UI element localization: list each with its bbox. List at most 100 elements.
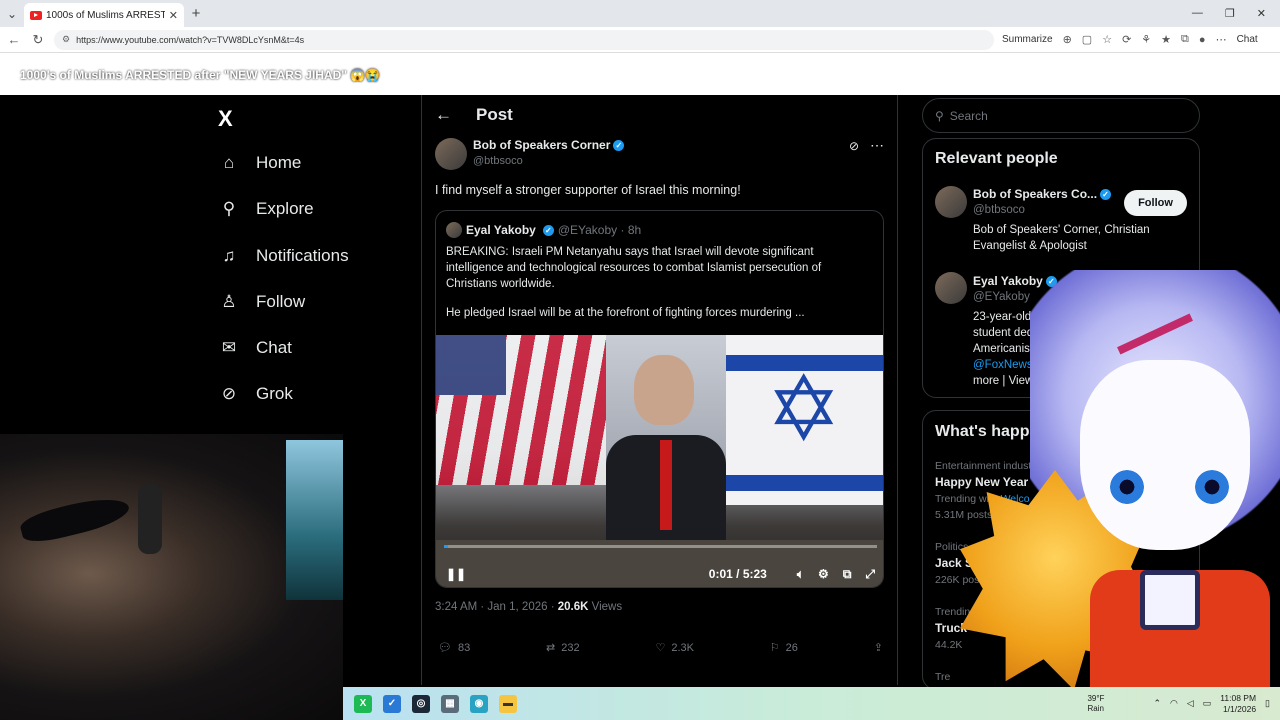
bookmark-icon: ⚐	[769, 642, 780, 654]
fullscreen-icon[interactable]: ⤢	[865, 567, 875, 582]
post-views: 20.6K	[557, 601, 589, 613]
star-of-david: ✡	[766, 360, 842, 460]
clock[interactable]: 11:08 PM 1/1/2026	[1220, 693, 1256, 715]
favorites-icon[interactable]: ★	[1161, 33, 1171, 46]
new-tab-icon[interactable]: +	[184, 5, 208, 22]
reader-icon[interactable]: ▢	[1082, 33, 1092, 46]
vtuber-avatar-overlay	[940, 270, 1280, 690]
verified-icon: ✓	[613, 140, 625, 152]
speaker-head	[634, 355, 694, 425]
avatar[interactable]	[435, 138, 467, 170]
heart-icon: ♡	[655, 642, 666, 654]
grok-explain-icon[interactable]: ⊘	[849, 139, 859, 153]
more-icon[interactable]: ⋯	[1216, 33, 1227, 46]
post-text: I find myself a stronger supporter of Is…	[435, 183, 741, 197]
nav-grok-label: Grok	[256, 384, 293, 403]
search-icon: ⚲	[222, 199, 236, 218]
reload-icon[interactable]: ↻	[30, 32, 46, 48]
profile-icon[interactable]: ●	[1199, 34, 1206, 46]
share-button[interactable]: ⇪	[874, 641, 883, 654]
post-author[interactable]: Bob of Speakers Corner ✓	[473, 138, 625, 152]
volume-icon[interactable]: ◁	[1187, 698, 1194, 709]
translate-icon[interactable]: ⊕	[1063, 33, 1072, 46]
post-more-icon[interactable]: ⋯	[870, 137, 884, 154]
webcam-overlay	[0, 434, 343, 720]
back-arrow-icon[interactable]: ←	[435, 105, 452, 125]
us-flag	[436, 335, 606, 485]
bookmark-count: 26	[785, 641, 798, 654]
bookmark-button[interactable]: ⚐ 26	[769, 641, 798, 655]
pause-icon[interactable]: ❚❚	[446, 567, 466, 581]
twitter-app-icon[interactable]: ✓	[383, 694, 401, 713]
minimize-icon[interactable]: —	[1192, 7, 1203, 20]
collections-icon[interactable]: ⧉	[1181, 33, 1189, 46]
back-icon[interactable]: ←	[6, 32, 22, 47]
chat-button[interactable]: Chat	[1237, 34, 1258, 45]
quote-avatar	[446, 222, 462, 238]
clock-date: 1/1/2026	[1222, 703, 1257, 714]
search-input[interactable]: ⚲ Search	[922, 98, 1200, 133]
quoted-post[interactable]: Eyal Yakoby ✓ @EYakoby · 8h BREAKING: Is…	[435, 210, 884, 588]
chevron-up-icon[interactable]: ⌃	[1153, 698, 1161, 709]
settings-icon[interactable]: ⚙	[818, 567, 829, 581]
close-tab-icon[interactable]: ✕	[169, 9, 178, 22]
flag-band	[726, 475, 883, 491]
israel-flag: ✡	[726, 335, 883, 505]
x-logo-icon[interactable]: X	[218, 106, 233, 132]
reply-icon: 💬︎	[438, 642, 452, 654]
reply-button[interactable]: 💬︎ 83	[438, 641, 470, 655]
repost-count: 232	[561, 641, 580, 654]
vtuber-collar	[1140, 570, 1200, 630]
url-field[interactable]: ⚙ https://www.youtube.com/watch?v=TVW8DL…	[54, 29, 994, 50]
summarize-button[interactable]: Summarize	[1002, 34, 1053, 45]
video-player[interactable]: ✡ ❚❚ 0:01 / 5:23 🔈︎ ⚙ ⧉ ⤢	[436, 335, 883, 587]
sunglasses	[18, 491, 132, 547]
vtuber-face	[1080, 360, 1250, 550]
nav-follow[interactable]: ♙ Follow	[218, 292, 305, 312]
nav-notifications[interactable]: ♫ Notifications	[218, 246, 349, 266]
nav-grok[interactable]: ⊘ Grok	[218, 384, 293, 404]
avatar[interactable]	[935, 186, 967, 218]
browser-tab[interactable]: 1000s of Muslims ARRESTED a ✕	[24, 3, 184, 27]
browser-app-icon[interactable]: ◉	[470, 694, 488, 713]
pip-icon[interactable]: ⧉	[843, 567, 852, 582]
extensions-icon[interactable]: ⚘	[1141, 33, 1151, 46]
site-info-icon[interactable]: ⚙	[62, 34, 70, 45]
like-count: 2.3K	[671, 641, 694, 654]
quote-handle: @EYakoby · 8h	[557, 223, 642, 237]
search-icon: ⚲	[935, 108, 944, 123]
tab-list-chevron-icon[interactable]: ⌄	[0, 7, 24, 21]
close-window-icon[interactable]: ✕	[1257, 7, 1266, 20]
volume-icon[interactable]: 🔈︎	[797, 567, 804, 582]
nav-home-label: Home	[256, 153, 302, 172]
repost-icon: ⇄	[546, 642, 556, 654]
nav-chat[interactable]: ✉ Chat	[218, 338, 292, 358]
follow-button[interactable]: Follow	[1124, 190, 1187, 216]
relevant-person-bio: Bob of Speakers' Corner, Christian Evang…	[973, 224, 1150, 252]
restore-icon[interactable]: ❐	[1225, 7, 1235, 20]
video-progress-bar[interactable]	[444, 545, 877, 548]
nav-explore[interactable]: ⚲ Explore	[218, 199, 314, 219]
search-placeholder: Search	[949, 108, 988, 123]
repost-button[interactable]: ⇄ 232	[546, 641, 580, 655]
relevant-person-name[interactable]: Bob of Speakers Co... ✓	[973, 187, 1112, 201]
tab-title: 1000s of Muslims ARRESTED a	[46, 9, 165, 21]
verified-icon: ✓	[542, 224, 554, 236]
post-handle[interactable]: @btbsoco	[473, 155, 523, 167]
notifications-icon[interactable]: ▯	[1265, 698, 1270, 709]
folder-icon[interactable]: ▬	[499, 694, 517, 713]
calculator-icon[interactable]: ▦	[441, 694, 459, 713]
post-timestamp[interactable]: 3:24 AM · Jan 1, 2026 ·	[435, 601, 558, 613]
steam-icon[interactable]: ◎	[412, 694, 430, 713]
nav-home[interactable]: ⌂ Home	[218, 153, 302, 173]
relevant-people-title: Relevant people	[935, 150, 1058, 167]
weather-widget[interactable]: 39°F Rain	[1087, 694, 1104, 714]
favorite-icon[interactable]: ☆	[1102, 33, 1112, 46]
vtuber-eye	[1110, 470, 1144, 504]
mail-icon: ✉	[221, 338, 237, 357]
network-icon[interactable]: ◠	[1170, 698, 1178, 709]
refresh-icon[interactable]: ⟳	[1122, 33, 1131, 46]
battery-icon[interactable]: ▭	[1203, 698, 1212, 709]
app-icon[interactable]: X	[354, 694, 372, 713]
like-button[interactable]: ♡ 2.3K	[655, 641, 694, 655]
